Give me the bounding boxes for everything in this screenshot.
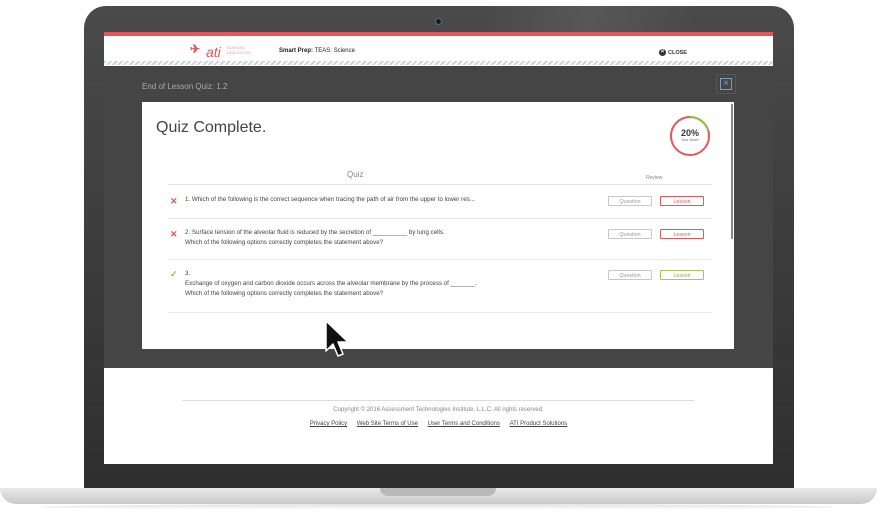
header-stripe xyxy=(104,61,773,65)
correct-check-icon: ✓ xyxy=(170,269,178,279)
score-percent: 20% xyxy=(680,128,699,138)
app-screen: ✈ ati NURSING EDUCATION Smart Prep: TEAS… xyxy=(104,32,773,464)
modal-title: End of Lesson Quiz: 1.2 xyxy=(142,82,228,91)
header-divider xyxy=(168,184,712,185)
score-label: Your Score xyxy=(681,138,699,142)
review-lesson-button[interactable]: Lesson xyxy=(660,229,704,239)
incorrect-x-icon: ✕ xyxy=(170,229,178,239)
footer-link-privacy[interactable]: Privacy Policy xyxy=(310,421,347,427)
product-label: Smart Prep: xyxy=(279,48,314,54)
quiz-heading: Quiz Complete. xyxy=(156,119,267,136)
review-question-button[interactable]: Question xyxy=(608,229,652,239)
review-question-button[interactable]: Question xyxy=(608,270,652,280)
copyright-text: Copyright © 2016 Assessment Technologies… xyxy=(333,407,544,413)
question-row: ✕ 1. Which of the following is the corre… xyxy=(168,186,712,219)
footer-link-user-terms[interactable]: User Terms and Conditions xyxy=(428,421,500,427)
column-header-quiz: Quiz xyxy=(347,170,364,179)
product-title: Smart Prep: TEAS: Science xyxy=(279,48,355,54)
laptop-shadow xyxy=(40,504,837,510)
question-row: ✓ 3. Exchange of oxygen and carbon dioxi… xyxy=(168,260,712,313)
footer-divider xyxy=(182,400,694,401)
product-name: TEAS: Science xyxy=(314,48,355,54)
column-header-review: Review xyxy=(646,175,663,181)
logo-plane-icon: ✈ xyxy=(190,42,201,56)
modal-close-icon[interactable]: × xyxy=(720,78,732,90)
ati-logo[interactable]: ✈ ati NURSING EDUCATION xyxy=(190,42,260,60)
question-text: 3. Exchange of oxygen and carbon dioxide… xyxy=(185,270,477,297)
close-button[interactable]: × CLOSE xyxy=(659,49,687,56)
panel-scrollbar[interactable] xyxy=(731,104,733,239)
close-icon: × xyxy=(659,49,666,56)
review-lesson-button[interactable]: Lesson xyxy=(660,196,704,206)
footer-link-site-terms[interactable]: Web Site Terms of Use xyxy=(357,421,418,427)
webcam xyxy=(435,18,442,25)
footer-link-product-solutions[interactable]: ATI Product Solutions xyxy=(510,421,568,427)
incorrect-x-icon: ✕ xyxy=(170,196,178,206)
quiz-results-panel: Quiz Complete. 20% Your Score Quiz Revie… xyxy=(142,102,734,349)
question-row: ✕ 2. Surface tension of the alveolar flu… xyxy=(168,219,712,260)
app-header: ✈ ati NURSING EDUCATION Smart Prep: TEAS… xyxy=(104,36,773,64)
review-question-button[interactable]: Question xyxy=(608,196,652,206)
logo-subtext: NURSING EDUCATION xyxy=(227,45,251,55)
footer-links: Privacy Policy Web Site Terms of Use Use… xyxy=(104,421,773,427)
close-label: CLOSE xyxy=(668,49,687,56)
logo-text: ati xyxy=(206,44,221,60)
review-lesson-button[interactable]: Lesson xyxy=(660,270,704,280)
question-text: 1. Which of the following is the correct… xyxy=(185,196,475,203)
mouse-pointer-icon xyxy=(325,320,349,357)
question-text: 2. Surface tension of the alveolar fluid… xyxy=(185,229,445,246)
laptop-base-notch xyxy=(380,488,496,496)
